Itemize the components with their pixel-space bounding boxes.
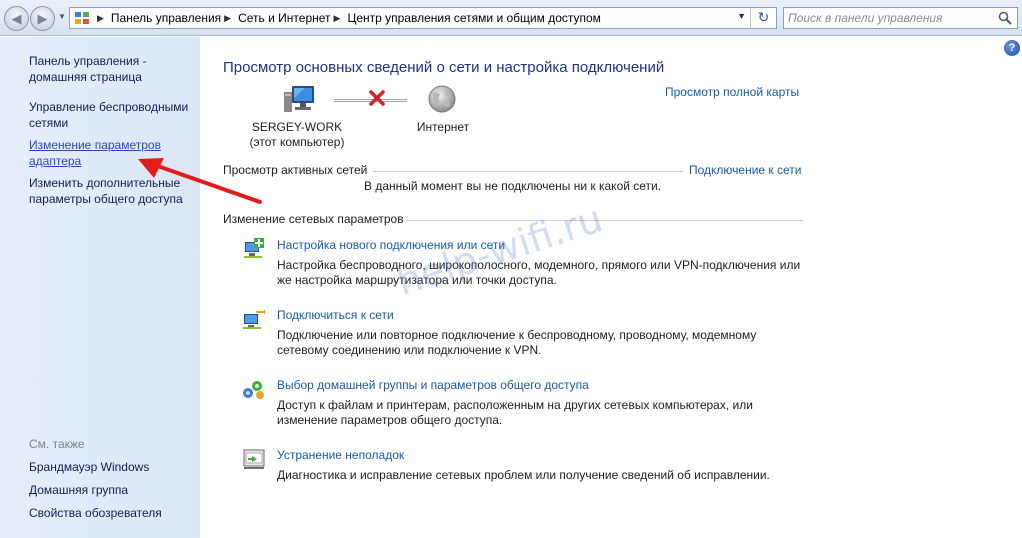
search-input[interactable]	[788, 10, 988, 26]
breadcrumb-control-panel[interactable]: Панель управления	[111, 11, 221, 25]
back-button[interactable]: ◀	[4, 6, 29, 31]
setup-new-connection-desc: Настройка беспроводного, широкополосного…	[277, 258, 801, 287]
arrow-right-icon: ▶	[37, 11, 48, 26]
internet-globe-icon[interactable]	[427, 84, 457, 114]
homegroup-sharing-desc: Доступ к файлам и принтерам, расположенн…	[277, 398, 753, 427]
divider	[406, 220, 803, 221]
address-history-dropdown-icon[interactable]: ▼	[737, 11, 746, 21]
new-connection-icon	[244, 238, 264, 258]
search-box[interactable]	[783, 7, 1018, 29]
connect-to-network-link[interactable]: Подключение к сети	[689, 163, 801, 177]
recent-pages-dropdown-icon[interactable]: ▼	[58, 12, 66, 21]
troubleshoot-icon	[243, 449, 265, 469]
arrow-left-icon: ◀	[11, 11, 22, 26]
view-full-map-link[interactable]: Просмотр полной карты	[665, 85, 799, 99]
computer-icon[interactable]	[283, 84, 317, 114]
task-sidebar: Панель управления - домашняя страница Уп…	[0, 37, 200, 538]
sidebar-link-adapter-settings[interactable]: Изменение параметров адаптера	[29, 137, 199, 169]
breadcrumb-separator-icon[interactable]: ▶	[224, 13, 231, 24]
divider	[373, 171, 683, 172]
active-networks-heading: Просмотр активных сетей	[223, 163, 368, 177]
refresh-icon: ↻	[757, 9, 770, 25]
refresh-button[interactable]: ↻	[750, 8, 776, 28]
disconnected-x-icon	[369, 90, 385, 106]
no-network-status: В данный момент вы не подключены ни к ка…	[364, 179, 662, 193]
homegroup-sharing-link[interactable]: Выбор домашней группы и параметров общег…	[277, 378, 589, 392]
homegroup-icon	[243, 381, 264, 399]
computer-name: SERGEY-WORK	[251, 120, 343, 134]
sidebar-link-advanced-sharing[interactable]: Изменить дополнительные параметры общего…	[29, 175, 199, 207]
setup-new-connection-link[interactable]: Настройка нового подключения или сети	[277, 238, 505, 252]
address-field[interactable]: ▶ Панель управления ▶ Сеть и Интернет ▶ …	[69, 7, 777, 29]
computer-subtitle: (этот компьютер)	[249, 135, 345, 149]
sidebar-link-manage-wireless[interactable]: Управление беспроводными сетями	[29, 99, 199, 131]
sidebar-link-control-panel-home[interactable]: Панель управления - домашняя страница	[29, 53, 199, 85]
control-panel-icon	[75, 12, 89, 24]
troubleshoot-link[interactable]: Устранение неполадок	[277, 448, 404, 462]
sidebar-link-homegroup[interactable]: Домашняя группа	[29, 482, 199, 498]
help-icon[interactable]: ?	[1004, 40, 1020, 56]
page-title: Просмотр основных сведений о сети и наст…	[223, 59, 665, 76]
breadcrumb-network-internet[interactable]: Сеть и Интернет	[238, 11, 330, 25]
breadcrumb-separator-icon[interactable]: ▶	[97, 13, 104, 24]
computer-name-label: SERGEY-WORK (этот компьютер)	[240, 120, 354, 150]
internet-label: Интернет	[416, 120, 470, 134]
sidebar-link-internet-options[interactable]: Свойства обозревателя	[29, 505, 199, 521]
address-bar: ◀ ▶ ▼ ▶ Панель управления ▶ Сеть и Интер…	[0, 0, 1022, 36]
troubleshoot-desc: Диагностика и исправление сетевых пробле…	[277, 468, 770, 482]
breadcrumb-separator-icon[interactable]: ▶	[334, 13, 341, 24]
connect-network-icon	[243, 309, 266, 329]
connect-to-network-task-link[interactable]: Подключиться к сети	[277, 308, 394, 322]
search-icon[interactable]	[998, 11, 1012, 25]
see-also-heading: См. также	[29, 437, 85, 451]
connect-to-network-desc: Подключение или повторное подключение к …	[277, 328, 757, 357]
sidebar-link-firewall[interactable]: Брандмауэр Windows	[29, 459, 199, 475]
change-settings-heading: Изменение сетевых параметров	[223, 212, 404, 226]
breadcrumb-network-center[interactable]: Центр управления сетями и общим доступом	[347, 11, 601, 25]
forward-button[interactable]: ▶	[30, 6, 55, 31]
